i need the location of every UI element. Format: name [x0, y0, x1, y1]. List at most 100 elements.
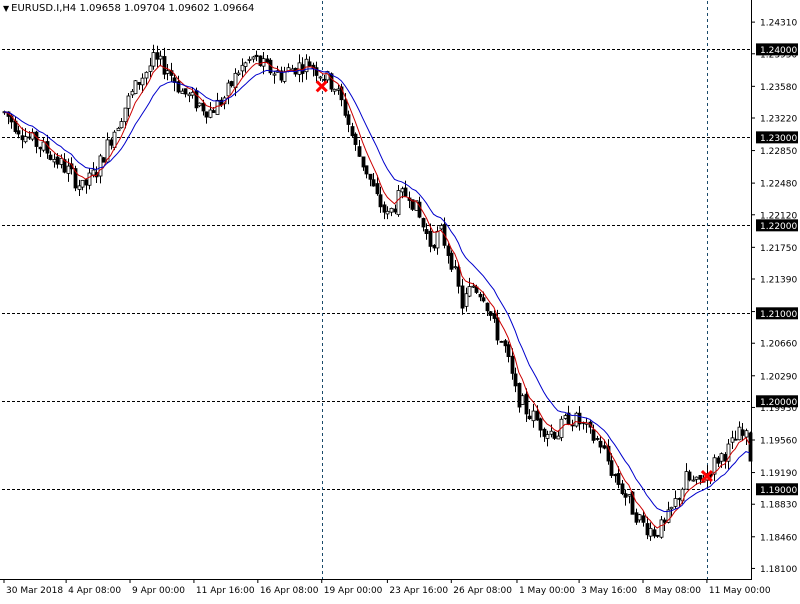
- level-label-4: 1.20000: [756, 395, 798, 408]
- candle: [382, 201, 387, 220]
- triangle-down-icon[interactable]: ▼: [3, 4, 9, 13]
- candle: [307, 56, 312, 67]
- candle: [290, 64, 295, 71]
- candle-body: [204, 111, 209, 118]
- candle-body: [77, 185, 82, 190]
- candle: [20, 127, 25, 149]
- candle: [389, 207, 394, 217]
- candle-body: [733, 438, 738, 441]
- signal-cross-0: [315, 80, 328, 93]
- candle: [62, 153, 67, 174]
- y-tick-label: 1.18460: [760, 533, 797, 543]
- candle-body: [684, 471, 689, 490]
- level-label-text: 1.19000: [760, 486, 797, 496]
- candle: [34, 130, 39, 154]
- candle: [588, 420, 593, 434]
- chart-area[interactable]: 1.243101.239501.235801.232201.228501.224…: [0, 0, 800, 600]
- candle-body: [144, 71, 149, 79]
- candle: [556, 430, 561, 440]
- candle: [332, 88, 337, 95]
- candle-body: [364, 165, 369, 175]
- candle-body: [687, 471, 692, 481]
- candle: [254, 50, 259, 62]
- candle: [648, 522, 653, 541]
- candle: [368, 173, 373, 187]
- level-label-text: 1.23000: [760, 134, 797, 144]
- candle-body: [662, 519, 667, 523]
- candle-body: [385, 210, 390, 215]
- candle-body: [211, 110, 216, 113]
- y-tick-label: 1.18100: [760, 565, 797, 575]
- candle: [584, 417, 589, 433]
- candle: [180, 88, 185, 94]
- y-tick-label: 1.21750: [760, 244, 797, 254]
- candle-body: [41, 141, 46, 151]
- candle-body: [464, 293, 469, 307]
- candle-body: [382, 204, 387, 213]
- candle-body: [623, 493, 628, 498]
- candle-body: [396, 190, 401, 216]
- candle-body: [123, 107, 128, 123]
- candle-body: [520, 395, 525, 405]
- candle-body: [677, 498, 682, 500]
- grid-layer: [2, 1, 751, 579]
- candle-body: [694, 476, 699, 480]
- y-tick-label: 1.21390: [760, 276, 797, 286]
- candle-body: [343, 99, 348, 116]
- candle-body: [556, 435, 561, 440]
- y-tick-label: 1.19190: [760, 469, 797, 479]
- candle: [393, 204, 398, 215]
- candle-body: [16, 130, 21, 135]
- level-label-text: 1.20000: [760, 398, 797, 408]
- candle-body: [329, 73, 334, 90]
- candle-body: [421, 218, 426, 228]
- candle: [87, 167, 92, 190]
- x-tick-label: 19 Apr 00:00: [324, 586, 383, 596]
- candle-body: [368, 173, 373, 180]
- y-tick-label: 1.20290: [760, 372, 797, 382]
- candle-body: [133, 80, 138, 94]
- candle: [229, 80, 234, 88]
- candle-body: [389, 207, 394, 213]
- candle: [109, 137, 114, 150]
- candle: [80, 179, 85, 191]
- x-tick-label: 4 Apr 08:00: [68, 586, 121, 596]
- candle-body: [634, 512, 639, 523]
- candle: [432, 244, 437, 251]
- candle-body: [542, 428, 547, 437]
- candle-body: [456, 267, 461, 287]
- candle: [297, 54, 302, 83]
- candle-body: [336, 88, 341, 91]
- candle-body: [116, 127, 121, 132]
- candle-body: [481, 297, 486, 302]
- candle-body: [524, 393, 529, 415]
- candle: [226, 79, 231, 105]
- candle: [595, 435, 600, 441]
- level-label-text: 1.22000: [760, 222, 797, 232]
- candle: [684, 463, 689, 490]
- candle-body: [478, 293, 483, 298]
- x-tick-label: 26 Apr 08:00: [453, 586, 512, 596]
- candle-body: [538, 418, 543, 431]
- candle: [346, 110, 351, 133]
- candle: [453, 259, 458, 270]
- candle: [520, 393, 525, 406]
- candle-body: [655, 534, 660, 537]
- candle-body: [378, 194, 383, 208]
- candle-body: [432, 244, 437, 249]
- axis-layer: 1.243101.239501.235801.232201.228501.224…: [0, 0, 798, 596]
- candle-body: [744, 430, 749, 438]
- candle-body: [55, 156, 60, 165]
- candle: [215, 92, 220, 115]
- y-tick-label: 1.20660: [760, 340, 797, 350]
- candle: [691, 475, 696, 482]
- candle-body: [535, 410, 540, 421]
- candle: [744, 428, 749, 446]
- candle: [460, 278, 465, 315]
- candle-body: [197, 102, 202, 107]
- candle-body: [371, 179, 376, 187]
- candle-body: [247, 58, 252, 61]
- candle: [733, 430, 738, 441]
- candle-body: [545, 434, 550, 439]
- candle-body: [66, 165, 71, 174]
